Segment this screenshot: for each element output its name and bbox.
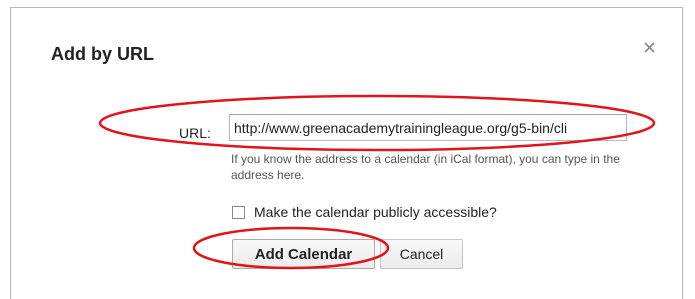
url-label: URL:	[179, 125, 211, 141]
add-by-url-dialog: Add by URL URL: If you know the address …	[10, 7, 683, 299]
public-checkbox-label[interactable]: Make the calendar publicly accessible?	[254, 204, 497, 220]
page: Add by URL URL: If you know the address …	[0, 0, 695, 299]
public-checkbox[interactable]	[232, 205, 245, 219]
cancel-button[interactable]: Cancel	[380, 239, 463, 269]
add-calendar-button[interactable]: Add Calendar	[232, 239, 375, 269]
url-input[interactable]	[229, 114, 627, 141]
url-help-text: If you know the address to a calendar (i…	[231, 152, 620, 182]
dialog-title: Add by URL	[51, 44, 154, 64]
close-icon[interactable]	[642, 40, 658, 56]
public-option-row: Make the calendar publicly accessible?	[232, 204, 497, 220]
